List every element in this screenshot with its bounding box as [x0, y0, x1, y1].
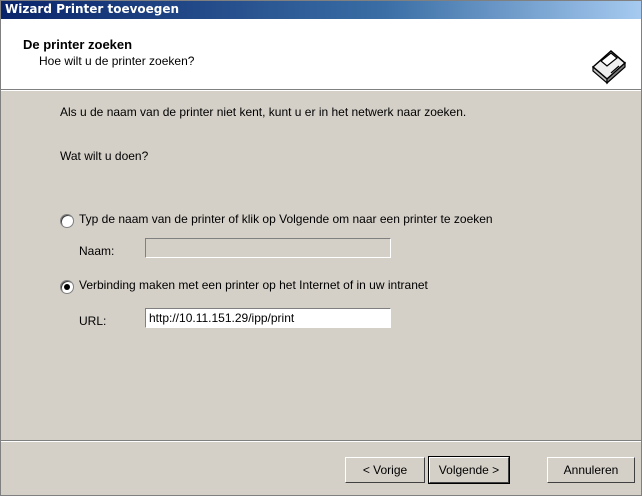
- back-button[interactable]: < Vorige: [345, 457, 425, 483]
- url-input[interactable]: [145, 308, 391, 328]
- radio-name-option[interactable]: [60, 214, 74, 228]
- radio-name-option-label[interactable]: Typ de naam van de printer of klik op Vo…: [79, 212, 493, 226]
- page-subtitle: Hoe wilt u de printer zoeken?: [39, 54, 195, 68]
- name-input[interactable]: [145, 238, 391, 258]
- page-title: De printer zoeken: [23, 37, 133, 52]
- footer-divider: [1, 440, 641, 442]
- next-button[interactable]: Volgende >: [428, 456, 510, 484]
- wizard-window: Wizard Printer toevoegen De printer zoek…: [0, 0, 642, 496]
- url-label: URL:: [79, 314, 107, 328]
- header-divider: [1, 89, 641, 91]
- intro-text: Als u de naam van de printer niet kent, …: [60, 105, 467, 119]
- cancel-button[interactable]: Annuleren: [547, 457, 635, 483]
- window-title: Wizard Printer toevoegen: [5, 2, 180, 16]
- name-label: Naam:: [79, 244, 115, 258]
- radio-url-option-label[interactable]: Verbinding maken met een printer op het …: [79, 278, 428, 292]
- title-bar[interactable]: Wizard Printer toevoegen: [1, 1, 641, 19]
- printer-icon: [587, 43, 631, 87]
- radio-url-option[interactable]: [60, 280, 74, 294]
- question-text: Wat wilt u doen?: [60, 149, 149, 163]
